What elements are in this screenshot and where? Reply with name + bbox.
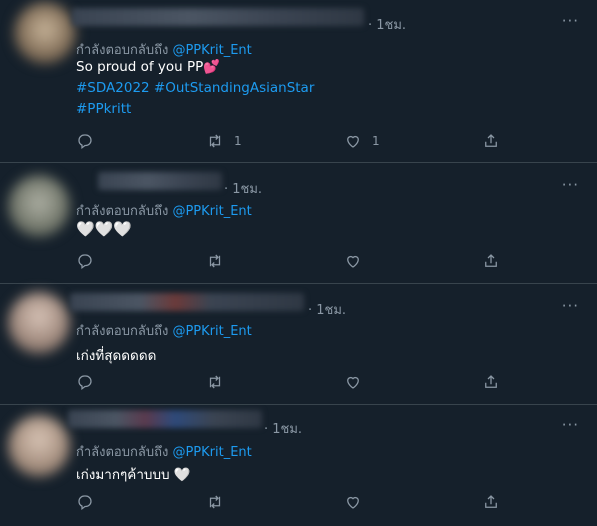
reply-prefix: กำลังตอบกลับถึง [76, 324, 169, 339]
more-icon[interactable]: ··· [562, 416, 579, 434]
reply-button[interactable] [76, 132, 94, 150]
reply-button[interactable] [76, 252, 94, 270]
tweet-actions [0, 252, 597, 272]
reply-handle-link[interactable]: @PPKrit_Ent [172, 43, 251, 58]
reply-to-line: กำลังตอบกลับถึง @PPKrit_Ent [76, 200, 252, 221]
reply-icon [78, 495, 92, 511]
tweet-actions [0, 373, 597, 393]
share-button[interactable] [482, 252, 500, 270]
reply-prefix: กำลังตอบกลับถึง [76, 204, 169, 219]
tweet-time[interactable]: · 1ชม. [224, 178, 262, 199]
like-button[interactable] [344, 493, 372, 511]
share-icon [485, 375, 497, 388]
like-icon [347, 135, 359, 148]
like-icon [347, 255, 359, 268]
like-icon [347, 376, 359, 389]
like-button[interactable] [344, 373, 372, 391]
tweet-time[interactable]: · 1ชม. [368, 14, 406, 35]
more-icon[interactable]: ··· [562, 12, 579, 30]
reply-handle-link[interactable]: @PPKrit_Ent [172, 445, 251, 460]
author-name-blurred[interactable] [68, 410, 262, 428]
retweet-icon [209, 254, 221, 268]
author-name-blurred[interactable] [70, 293, 304, 311]
reply-icon [78, 134, 92, 150]
retweet-button[interactable] [206, 493, 234, 511]
retweet-icon [209, 495, 221, 509]
reply-handle-link[interactable]: @PPKrit_Ent [172, 324, 251, 339]
avatar[interactable] [14, 2, 76, 64]
share-icon [485, 134, 497, 147]
share-button[interactable] [482, 493, 500, 511]
tweet-actions: 1 1 [0, 132, 597, 152]
hashtag-link[interactable]: #SDA2022 #OutStandingAsianStar [76, 80, 314, 96]
tweet-text: 🤍🤍🤍 [76, 220, 133, 238]
reply-icon [78, 254, 92, 270]
share-icon [485, 254, 497, 267]
hashtag-link[interactable]: #PPkritt [76, 101, 131, 117]
reply-prefix: กำลังตอบกลับถึง [76, 43, 169, 58]
reply-handle-link[interactable]: @PPKrit_Ent [172, 204, 251, 219]
tweet[interactable]: · 1ชม. ··· กำลังตอบกลับถึง @PPKrit_Ent เ… [0, 284, 597, 405]
retweet-button[interactable] [206, 373, 234, 391]
reply-to-line: กำลังตอบกลับถึง @PPKrit_Ent [76, 441, 252, 462]
tweet-text: So proud of you PP💕 [76, 59, 221, 75]
avatar[interactable] [8, 292, 70, 354]
more-icon[interactable]: ··· [562, 176, 579, 194]
share-button[interactable] [482, 373, 500, 391]
reply-icon [78, 375, 92, 391]
reply-prefix: กำลังตอบกลับถึง [76, 445, 169, 460]
like-icon [347, 496, 359, 509]
retweet-icon [209, 375, 221, 389]
share-icon [485, 495, 497, 508]
reply-button[interactable] [76, 493, 94, 511]
like-button[interactable]: 1 [344, 132, 380, 150]
retweet-count: 1 [234, 134, 242, 148]
author-name-blurred[interactable] [98, 172, 222, 190]
tweet[interactable]: · 1ชม. ··· กำลังตอบกลับถึง @PPKrit_Ent S… [0, 0, 597, 163]
reply-to-line: กำลังตอบกลับถึง @PPKrit_Ent [76, 320, 252, 341]
reply-to-line: กำลังตอบกลับถึง @PPKrit_Ent [76, 39, 252, 60]
tweet-time[interactable]: · 1ชม. [308, 299, 346, 320]
share-button[interactable] [482, 132, 500, 150]
avatar[interactable] [8, 415, 70, 477]
like-count: 1 [372, 134, 380, 148]
reply-button[interactable] [76, 373, 94, 391]
tweet[interactable]: · 1ชม. ··· กำลังตอบกลับถึง @PPKrit_Ent 🤍… [0, 163, 597, 284]
tweet-actions [0, 493, 597, 513]
retweet-icon [209, 134, 221, 148]
like-button[interactable] [344, 252, 372, 270]
retweet-button[interactable]: 1 [206, 132, 242, 150]
retweet-button[interactable] [206, 252, 234, 270]
tweet-time[interactable]: · 1ชม. [264, 418, 302, 439]
tweet[interactable]: · 1ชม. ··· กำลังตอบกลับถึง @PPKrit_Ent เ… [0, 405, 597, 526]
more-icon[interactable]: ··· [562, 297, 579, 315]
author-name-blurred[interactable] [72, 8, 364, 26]
avatar[interactable] [8, 175, 70, 237]
tweet-text: เก่งที่สุดดดดด [76, 348, 157, 364]
tweet-text: เก่งมากๆค้าบบบ 🤍 [76, 467, 191, 483]
